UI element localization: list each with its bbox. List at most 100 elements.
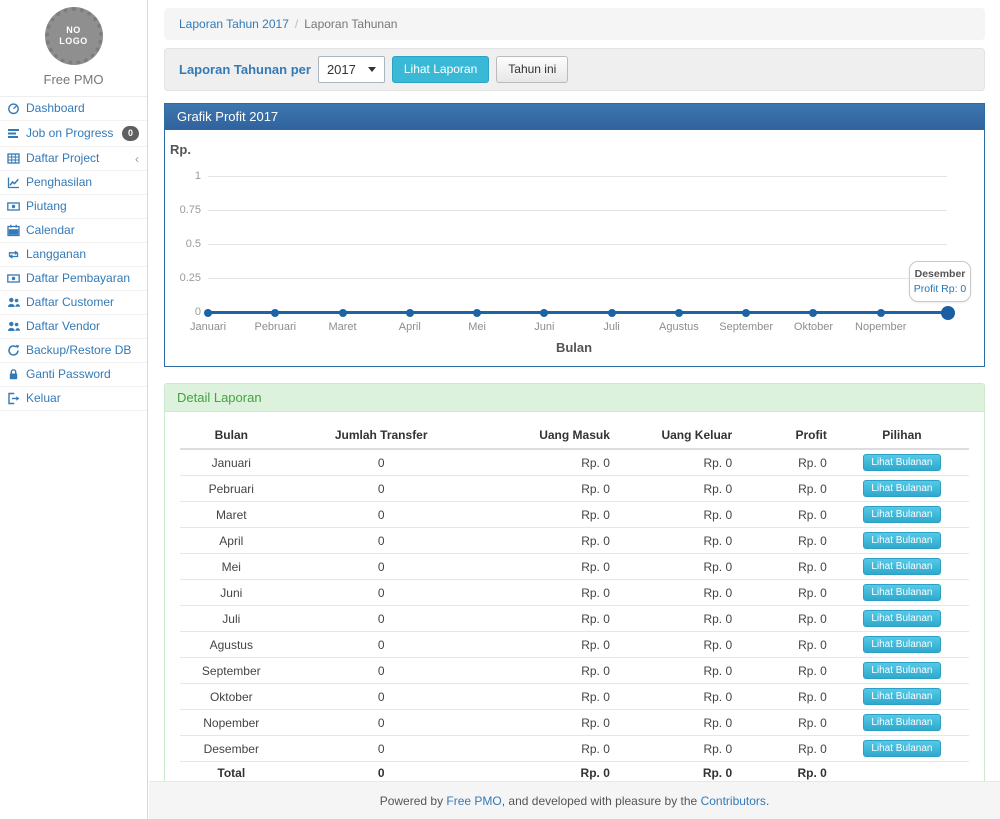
breadcrumb-link[interactable]: Laporan Tahun 2017 [179, 17, 289, 31]
count-badge: 0 [122, 126, 139, 141]
footer-text-middle: , and developed with pleasure by the [502, 794, 701, 808]
data-point[interactable] [742, 309, 750, 317]
data-point[interactable] [877, 309, 885, 317]
lihat-laporan-button[interactable]: Lihat Laporan [392, 56, 489, 83]
cell-bulan: Mei [180, 554, 283, 580]
sidebar-item-keluar[interactable]: Keluar [0, 387, 147, 411]
lihat-bulanan-button[interactable]: Lihat Bulanan [863, 480, 940, 497]
money-icon [7, 272, 20, 285]
sidebar-item-langganan[interactable]: Langganan [0, 243, 147, 267]
cell-profit: Rp. 0 [740, 606, 835, 632]
chevron-down-icon [368, 67, 376, 72]
sidebar-item-job-on-progress[interactable]: Job on Progress0 [0, 121, 147, 147]
data-point[interactable] [473, 309, 481, 317]
lihat-bulanan-button[interactable]: Lihat Bulanan [863, 584, 940, 601]
sidebar-item-piutang[interactable]: Piutang [0, 195, 147, 219]
data-point[interactable] [608, 309, 616, 317]
col-bulan: Bulan [180, 422, 283, 449]
chart-tooltip: Desember Profit Rp: 0 [909, 261, 971, 302]
sidebar-item-calendar[interactable]: Calendar [0, 219, 147, 243]
lihat-bulanan-button[interactable]: Lihat Bulanan [863, 714, 940, 731]
logo-text-line2: LOGO [59, 36, 88, 47]
x-tick-label: September [719, 321, 773, 333]
data-point[interactable] [271, 309, 279, 317]
cell-bulan: Pebruari [180, 476, 283, 502]
data-point[interactable] [406, 309, 414, 317]
data-point-hovered[interactable] [941, 306, 955, 320]
cell-pilihan: Lihat Bulanan [835, 502, 969, 528]
table-row: Mei0Rp. 0Rp. 0Rp. 0Lihat Bulanan [180, 554, 969, 580]
dashboard-icon [7, 102, 20, 115]
breadcrumb-current: Laporan Tahunan [304, 17, 397, 31]
lihat-bulanan-button[interactable]: Lihat Bulanan [863, 532, 940, 549]
cell-uang-keluar: Rp. 0 [618, 658, 740, 684]
y-tick-label: 1 [165, 170, 201, 182]
lihat-bulanan-button[interactable]: Lihat Bulanan [863, 610, 940, 627]
table-row: September0Rp. 0Rp. 0Rp. 0Lihat Bulanan [180, 658, 969, 684]
cell-uang-masuk: Rp. 0 [480, 710, 618, 736]
table-icon [7, 152, 20, 165]
x-tick-label: Maret [328, 321, 356, 333]
tooltip-value: Profit Rp: 0 [913, 283, 967, 295]
sidebar-item-daftar-vendor[interactable]: Daftar Vendor [0, 315, 147, 339]
cell-uang-masuk: Rp. 0 [480, 658, 618, 684]
sidebar-item-label: Daftar Project [26, 152, 99, 165]
cell-profit: Rp. 0 [740, 710, 835, 736]
cell-uang-masuk: Rp. 0 [480, 684, 618, 710]
sidebar-item-daftar-customer[interactable]: Daftar Customer [0, 291, 147, 315]
calendar-icon [7, 224, 20, 237]
col-uang-keluar: Uang Keluar [618, 422, 740, 449]
detail-report-panel: Detail Laporan Bulan Jumlah Transfer Uan… [164, 383, 985, 798]
free-pmo-link[interactable]: Free PMO [446, 794, 501, 808]
sidebar-item-penghasilan[interactable]: Penghasilan [0, 171, 147, 195]
profit-chart: Rp. Desember Profit Rp: 0 Bulan 00.250.5… [165, 130, 984, 366]
cell-uang-masuk: Rp. 0 [480, 580, 618, 606]
lihat-bulanan-button[interactable]: Lihat Bulanan [863, 506, 940, 523]
gridline [208, 278, 947, 279]
table-header-row: Bulan Jumlah Transfer Uang Masuk Uang Ke… [180, 422, 969, 449]
sidebar-item-label: Keluar [26, 392, 61, 405]
tahun-ini-button[interactable]: Tahun ini [496, 56, 568, 83]
sign-out-icon [7, 392, 20, 405]
cell-uang-masuk: Rp. 0 [480, 632, 618, 658]
data-point[interactable] [204, 309, 212, 317]
sidebar-menu: DashboardJob on Progress0Daftar Project‹… [0, 96, 147, 411]
contributors-link[interactable]: Contributors [701, 794, 766, 808]
sidebar-item-daftar-project[interactable]: Daftar Project‹ [0, 147, 147, 171]
lihat-bulanan-button[interactable]: Lihat Bulanan [863, 454, 940, 471]
sidebar-item-daftar-pembayaran[interactable]: Daftar Pembayaran [0, 267, 147, 291]
data-point[interactable] [809, 309, 817, 317]
cell-bulan: Juni [180, 580, 283, 606]
users-icon [7, 320, 20, 333]
filter-label: Laporan Tahunan per [179, 62, 311, 77]
profit-chart-panel: Grafik Profit 2017 Rp. Desember Profit R… [164, 103, 985, 367]
cell-profit: Rp. 0 [740, 580, 835, 606]
cell-jumlah-transfer: 0 [283, 554, 480, 580]
page: NO LOGO Free PMO DashboardJob on Progres… [0, 0, 1000, 819]
gridline [208, 244, 947, 245]
x-axis-title: Bulan [556, 340, 592, 355]
lihat-bulanan-button[interactable]: Lihat Bulanan [863, 662, 940, 679]
table-body: Januari0Rp. 0Rp. 0Rp. 0Lihat BulananPebr… [180, 449, 969, 762]
lihat-bulanan-button[interactable]: Lihat Bulanan [863, 558, 940, 575]
cell-uang-keluar: Rp. 0 [618, 632, 740, 658]
data-point[interactable] [339, 309, 347, 317]
cell-uang-keluar: Rp. 0 [618, 502, 740, 528]
sidebar-item-label: Daftar Customer [26, 296, 114, 309]
cell-profit: Rp. 0 [740, 449, 835, 476]
sidebar-item-ganti-password[interactable]: Ganti Password [0, 363, 147, 387]
lihat-bulanan-button[interactable]: Lihat Bulanan [863, 636, 940, 653]
year-select-value: 2017 [327, 62, 356, 77]
y-tick-label: 0.5 [165, 238, 201, 250]
cell-uang-keluar: Rp. 0 [618, 449, 740, 476]
report-table: Bulan Jumlah Transfer Uang Masuk Uang Ke… [180, 422, 969, 785]
lihat-bulanan-button[interactable]: Lihat Bulanan [863, 688, 940, 705]
refresh-icon [7, 344, 20, 357]
cell-uang-keluar: Rp. 0 [618, 710, 740, 736]
data-point[interactable] [540, 309, 548, 317]
data-point[interactable] [675, 309, 683, 317]
year-select[interactable]: 2017 [318, 56, 385, 83]
sidebar-item-backup-restore-db[interactable]: Backup/Restore DB [0, 339, 147, 363]
sidebar-item-dashboard[interactable]: Dashboard [0, 97, 147, 121]
lihat-bulanan-button[interactable]: Lihat Bulanan [863, 740, 940, 757]
